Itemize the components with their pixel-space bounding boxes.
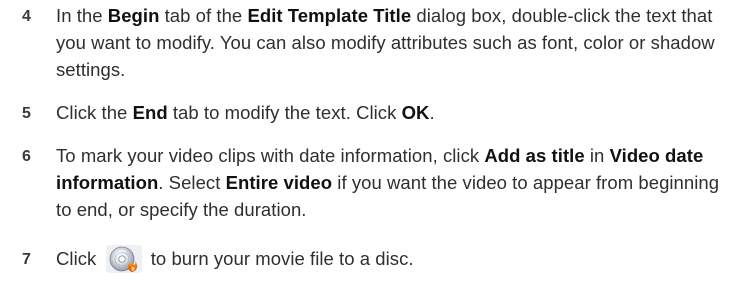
step-7: 7 Click to burn your movie file to a dis…: [22, 243, 737, 276]
step-4: 4 In the Begin tab of the Edit Template …: [22, 2, 737, 83]
step-number: 5: [22, 105, 31, 122]
text-run: in: [584, 145, 610, 166]
keyword-entire-video: Entire video: [225, 172, 333, 193]
keyword-end-tab: End: [132, 102, 168, 123]
step-number: 6: [22, 148, 31, 165]
step-number: 4: [22, 8, 31, 25]
step-text: To mark your video clips with date infor…: [56, 142, 737, 223]
text-run: To mark your video clips with date infor…: [56, 145, 485, 166]
step-number: 7: [22, 251, 31, 268]
text-run: Click: [56, 248, 102, 269]
text-run: tab to modify the text. Click: [167, 102, 402, 123]
keyword-edit-template-title: Edit Template Title: [247, 5, 412, 26]
text-run: Click the: [56, 102, 133, 123]
step-text: Click the End tab to modify the text. Cl…: [56, 99, 737, 126]
burn-disc-icon: [105, 245, 142, 273]
text-run: In the: [56, 5, 108, 26]
text-run: . Select: [158, 172, 226, 193]
text-run: to burn your movie file to a disc.: [145, 248, 414, 269]
step-6: 6 To mark your video clips with date inf…: [22, 142, 737, 223]
keyword-add-as-title: Add as title: [484, 145, 585, 166]
keyword-ok: OK: [401, 102, 430, 123]
step-text: In the Begin tab of the Edit Template Ti…: [56, 2, 737, 83]
instruction-steps: 4 In the Begin tab of the Edit Template …: [22, 2, 737, 276]
keyword-begin-tab: Begin: [107, 5, 160, 26]
step-5: 5 Click the End tab to modify the text. …: [22, 99, 737, 127]
text-run: .: [429, 102, 435, 123]
text-run: tab of the: [159, 5, 248, 26]
step-text: Click to burn your movie file to a disc.: [56, 243, 737, 275]
